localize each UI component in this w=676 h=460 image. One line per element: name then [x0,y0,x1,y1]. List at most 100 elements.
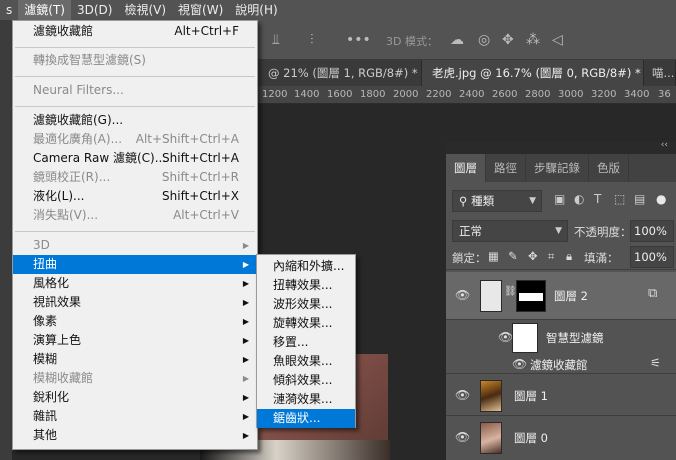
pixel-filter-icon[interactable]: ▣ [554,192,565,206]
tab-layers[interactable]: 圖層 [446,154,486,182]
menu-item-convert-smart-filters[interactable]: 轉換成智慧型濾鏡(S) [13,51,257,70]
menu-window[interactable]: 視窗(W) [172,0,229,20]
menu-item-shortcut: Shift+Ctrl+A [162,151,239,165]
filter-kind-select[interactable]: ⚲ 種類 ▼ [452,190,542,212]
menu-item-label: Neural Filters... [33,83,124,97]
menu-item-label: 銳利化 [33,390,70,404]
submenu-item-wave[interactable]: 波形效果... [257,295,355,314]
align-bottom-icon[interactable]: ⫫ [272,32,280,48]
submenu-item-spherize[interactable]: 魚眼效果... [257,352,355,371]
menu-item-blur-gallery[interactable]: 模糊收藏館 ▶ [13,369,257,388]
tab-channels[interactable]: 色版 [589,154,629,182]
menu-item-label: 3D [33,238,50,252]
visibility-eye-icon[interactable]: 👁︎ [498,330,513,344]
menu-3d[interactable]: 3D(D) [71,0,118,20]
menu-file-clipped[interactable]: s [0,0,18,20]
lock-artboard-icon[interactable]: ⌗ [548,249,554,264]
tab-history[interactable]: 步驟記錄 [526,154,589,182]
menu-item-noise[interactable]: 雜訊 ▶ [13,407,257,426]
menu-view[interactable]: 檢視(V) [118,0,172,20]
menu-item-label: 液化(L)... [33,189,85,203]
menu-item-distort[interactable]: 扭曲 ▶ [13,255,257,274]
lock-position-icon[interactable]: ✥ [528,249,538,263]
layer-name: 圖層 2 [554,289,588,303]
menu-item-blur[interactable]: 模糊 ▶ [13,350,257,369]
doc-tab-cat[interactable]: 喵... [644,60,676,86]
submenu-arrow-icon: ▶ [242,298,249,307]
menu-item-liquify[interactable]: 液化(L)... Shift+Ctrl+X [13,187,257,206]
menu-item-stylize[interactable]: 風格化 ▶ [13,274,257,293]
filter-toggle-icon[interactable]: ● [656,192,666,206]
visibility-eye-icon[interactable]: 👁︎ [512,357,527,371]
submenu-item-shear[interactable]: 傾斜效果... [257,371,355,390]
menu-separator [15,231,255,232]
3d-roll-icon[interactable]: ◎ [478,32,490,48]
filter-gallery-row[interactable]: 👁︎ 濾鏡收藏館 ⚟ [446,354,676,374]
3d-slide-icon[interactable]: ⁂ [526,32,540,48]
panel-collapse-bar[interactable]: ‹‹ [446,140,676,154]
menu-item-vanishing-point[interactable]: 消失點(V)... Alt+Ctrl+V [13,206,257,225]
menu-item-filter-gallery[interactable]: 濾鏡收藏館(G)... [13,111,257,130]
3d-orbit-icon[interactable]: ☁ [450,32,464,48]
doc-tab-tiger[interactable]: 老虎.jpg @ 16.7% (圖層 0, RGB/8#) *× [422,60,656,86]
menu-item-sharpen[interactable]: 銳利化 ▶ [13,388,257,407]
menu-item-video[interactable]: 視訊效果 ▶ [13,293,257,312]
menu-item-lens-correction[interactable]: 鏡頭校正(R)... Shift+Ctrl+R [13,168,257,187]
menu-item-shortcut: Shift+Ctrl+X [162,189,239,203]
submenu-item-twirl[interactable]: 扭轉效果... [257,276,355,295]
menu-item-label: Camera Raw 濾鏡(C)... [33,151,167,165]
fill-input[interactable]: 100% [630,246,674,268]
smart-filters-row[interactable]: 👁︎ 智慧型濾鏡 [446,320,676,354]
visibility-eye-icon[interactable]: 👁︎ [455,388,470,402]
doc-tab-layer1[interactable]: @ 21% (圖層 1, RGB/8#) *× [258,60,433,86]
visibility-eye-icon[interactable]: 👁︎ [455,288,470,302]
tab-paths[interactable]: 路徑 [486,154,526,182]
submenu-item-polar-coordinates[interactable]: 旋轉效果... [257,314,355,333]
menu-item-other[interactable]: 其他 ▶ [13,426,257,445]
3d-drag-icon[interactable]: ✥ [502,32,514,48]
blend-mode-select[interactable]: 正常 ▼ [452,220,568,242]
distort-submenu: 內縮和外擴... 扭轉效果... 波形效果... 旋轉效果... 移置... 魚… [256,254,356,428]
menu-item-label: 濾鏡收藏館(G)... [33,113,124,127]
ruler-tick: 2400 [459,89,485,100]
menu-item-pixelate[interactable]: 像素 ▶ [13,312,257,331]
submenu-arrow-icon: ▶ [242,393,249,402]
menu-help[interactable]: 說明(H) [229,0,283,20]
menu-item-label: 其他 [33,428,58,442]
lock-transparency-icon[interactable]: ▦ [488,249,499,263]
submenu-item-displace[interactable]: 移置... [257,333,355,352]
more-options-icon[interactable]: ••• [346,32,371,48]
lock-all-icon[interactable]: 🔒︎ [566,249,572,264]
submenu-item-ripple[interactable]: 漣漪效果... [257,390,355,409]
menu-item-shortcut: Shift+Ctrl+R [161,170,239,184]
submenu-arrow-icon: ▶ [242,260,249,269]
submenu-arrow-icon: ▶ [242,317,249,326]
distribute-icon[interactable]: ⫶ [310,32,314,48]
visibility-eye-icon[interactable]: 👁︎ [455,430,470,444]
layer-row[interactable]: 👁︎ 圖層 1 [446,376,676,416]
layer-row[interactable]: 👁︎ ⛓ 圖層 2 ⧉ [446,272,676,320]
filter-options-icon[interactable]: ⚟ [650,356,661,370]
collapse-icon[interactable]: ‹‹ [661,140,668,150]
opacity-input[interactable]: 100% [630,220,674,242]
menu-item-label: 消失點(V)... [33,208,99,222]
lock-image-icon[interactable]: ✎ [508,249,518,263]
layer-name: 圖層 0 [514,431,548,445]
adjustment-filter-icon[interactable]: ◐ [574,192,584,206]
3d-scale-icon[interactable]: ◁ [552,32,563,48]
menu-filter[interactable]: 濾鏡(T) [18,0,71,20]
type-filter-icon[interactable]: T [594,192,601,206]
menu-item-filter-gallery-last[interactable]: 濾鏡收藏館 Alt+Ctrl+F [13,22,257,41]
menu-item-render[interactable]: 演算上色 ▶ [13,331,257,350]
shape-filter-icon[interactable]: ⬚ [614,192,625,206]
submenu-item-pinch[interactable]: 內縮和外擴... [257,257,355,276]
menu-item-camera-raw[interactable]: Camera Raw 濾鏡(C)... Shift+Ctrl+A [13,149,257,168]
menu-item-3d[interactable]: 3D ▶ [13,236,257,255]
layer-row[interactable]: 👁︎ 圖層 0 [446,418,676,458]
smart-object-filter-icon[interactable]: ▤ [634,192,645,206]
doc-tab-label: @ 21% (圖層 1, RGB/8#) * [268,66,418,80]
menu-item-adaptive-wide-angle[interactable]: 最適化廣角(A)... Alt+Shift+Ctrl+A [13,130,257,149]
menu-item-neural-filters[interactable]: Neural Filters... [13,81,257,100]
submenu-item-zigzag[interactable]: 鋸齒狀... [257,409,355,428]
ruler-tick: 2000 [393,89,419,100]
